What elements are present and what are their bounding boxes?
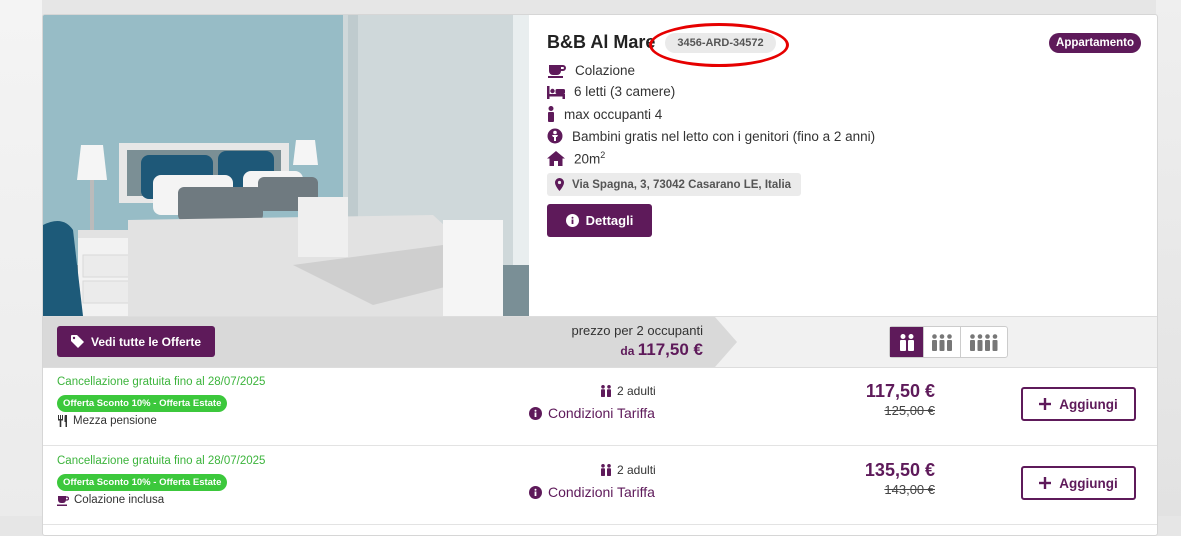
page-background-right <box>1156 0 1181 516</box>
feature-area-label: 20m2 <box>574 150 605 167</box>
two-persons-icon <box>899 333 914 351</box>
rate-conditions-link[interactable]: Condizioni Tariffa <box>529 484 655 500</box>
property-info: B&B Al Mare 3456-ARD-34572 Colazione 6 l… <box>547 15 1157 316</box>
meal-plan: Mezza pensione <box>57 415 157 427</box>
all-offers-button[interactable]: Vedi tutte le Offerte <box>57 326 215 357</box>
cutlery-icon <box>58 415 67 427</box>
adults-count: 2 adulti <box>600 384 656 398</box>
meal-plan: Colazione inclusa <box>57 494 164 506</box>
adults-count-label: 2 adulti <box>617 463 656 477</box>
feature-occupants-label: max occupanti 4 <box>564 106 663 122</box>
highlight-ring <box>649 23 789 67</box>
rate-conditions-label: Condizioni Tariffa <box>548 405 655 421</box>
offer-price: 117,50 € 125,00 € <box>866 381 935 418</box>
original-price: 143,00 € <box>884 482 935 497</box>
plus-icon <box>1039 398 1052 410</box>
offers-bar: Vedi tutte le Offerte prezzo per 2 occup… <box>43 316 1157 368</box>
all-offers-label: Vedi tutte le Offerte <box>90 334 202 349</box>
child-icon <box>547 128 563 144</box>
add-offer-label: Aggiungi <box>1059 396 1118 412</box>
plus-icon <box>1039 477 1052 489</box>
feature-beds: 6 letti (3 camere) <box>547 84 675 99</box>
feature-children-label: Bambini gratis nel letto con i genitori … <box>572 128 876 144</box>
adults-count-label: 2 adulti <box>617 384 656 398</box>
meal-plan-label: Colazione inclusa <box>74 494 165 506</box>
promo-badge: Offerta Sconto 10% - Offerta Estate <box>57 395 228 412</box>
occupancy-selector <box>889 326 1008 358</box>
page-background-left <box>0 0 42 516</box>
free-cancellation: Cancellazione gratuita fino al 28/07/202… <box>57 376 266 388</box>
adults-count: 2 adulti <box>600 463 656 477</box>
occupancy-option-4[interactable] <box>961 327 1007 357</box>
property-photo[interactable] <box>43 15 529 316</box>
occupancy-option-3[interactable] <box>924 327 961 357</box>
address-pill[interactable]: Via Spagna, 3, 73042 Casarano LE, Italia <box>547 173 802 196</box>
bed-icon <box>547 85 565 99</box>
feature-breakfast: Colazione <box>547 62 635 78</box>
add-offer-button[interactable]: Aggiungi <box>1021 387 1136 421</box>
feature-area: 20m2 <box>547 150 605 167</box>
rate-conditions-label: Condizioni Tariffa <box>548 484 655 500</box>
info-icon <box>529 485 542 499</box>
property-name[interactable]: B&B Al Mare <box>547 32 655 53</box>
from-price: 117,50 € <box>637 340 703 359</box>
four-persons-icon <box>970 333 998 351</box>
two-persons-icon <box>601 385 611 397</box>
price-summary: prezzo per 2 occupanti da 117,50 € <box>571 323 703 360</box>
rate-conditions-link[interactable]: Condizioni Tariffa <box>529 405 655 421</box>
feature-children: Bambini gratis nel letto con i genitori … <box>547 128 875 144</box>
feature-breakfast-label: Colazione <box>575 62 636 78</box>
address-text: Via Spagna, 3, 73042 Casarano LE, Italia <box>572 178 792 191</box>
current-price: 117,50 € <box>865 381 935 401</box>
add-offer-button[interactable]: Aggiungi <box>1021 466 1136 500</box>
from-label: da <box>620 344 635 358</box>
offer-row: Cancellazione gratuita fino al 28/07/202… <box>43 446 1157 525</box>
feature-occupants: max occupanti 4 <box>547 106 662 122</box>
details-button[interactable]: Dettagli <box>547 204 652 237</box>
home-icon <box>547 150 565 166</box>
offer-row: Cancellazione gratuita fino al 28/07/202… <box>43 367 1157 446</box>
three-persons-icon <box>932 333 952 351</box>
original-price: 125,00 € <box>884 403 935 418</box>
offers-bar-arrow <box>715 317 737 367</box>
meal-plan-label: Mezza pensione <box>73 415 157 427</box>
coffee-icon <box>548 65 566 78</box>
coffee-icon <box>57 495 69 506</box>
from-price-line: da 117,50 € <box>571 340 703 360</box>
offer-price: 135,50 € 143,00 € <box>865 460 935 497</box>
price-per-occupants: prezzo per 2 occupanti <box>571 323 703 338</box>
free-cancellation: Cancellazione gratuita fino al 28/07/202… <box>57 455 266 467</box>
info-icon <box>529 406 542 420</box>
tag-icon <box>70 335 84 348</box>
details-button-label: Dettagli <box>585 213 634 228</box>
two-persons-icon <box>601 464 611 476</box>
promo-badge: Offerta Sconto 10% - Offerta Estate <box>57 474 228 491</box>
info-icon <box>565 214 579 227</box>
property-type-badge: Appartamento <box>1049 33 1141 53</box>
map-marker-icon <box>555 178 564 191</box>
feature-beds-label: 6 letti (3 camere) <box>574 84 676 99</box>
occupancy-option-2[interactable] <box>890 327 924 357</box>
property-card: B&B Al Mare 3456-ARD-34572 Colazione 6 l… <box>42 14 1158 536</box>
current-price: 135,50 € <box>864 460 935 480</box>
feature-area-sup: 2 <box>600 150 606 160</box>
feature-area-value: 20m <box>574 151 601 167</box>
person-icon <box>548 106 554 122</box>
add-offer-label: Aggiungi <box>1059 475 1118 491</box>
